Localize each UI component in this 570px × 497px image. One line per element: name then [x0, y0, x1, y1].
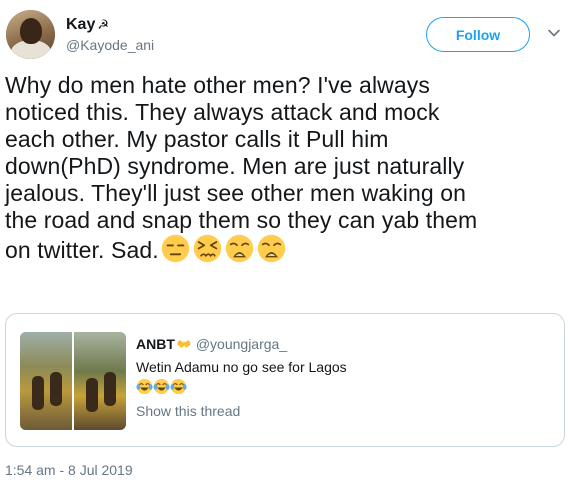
quoted-tweet-text: Wetin Adamu no go see for Lagos [136, 359, 347, 375]
tweet-emojis [161, 234, 289, 263]
author-handle[interactable]: @Kayode_ani [66, 37, 154, 53]
avatar[interactable] [6, 10, 55, 59]
tweet-line: each other. My pastor calls it Pull him [5, 126, 389, 152]
tweet-line: on twitter. Sad. [5, 237, 159, 263]
tears-of-joy-face-icon [153, 378, 170, 395]
weary-face-icon [257, 234, 285, 263]
thumbnail-figure [86, 378, 98, 412]
hammer-sickle-icon: ☭ [97, 17, 110, 32]
thumbnail-figure [32, 376, 44, 410]
quoted-handle: @youngjarga_ [195, 336, 288, 352]
quoted-tweet-thumbnail[interactable] [20, 332, 126, 430]
persevering-face-icon [193, 234, 221, 263]
weary-face-icon [225, 234, 253, 263]
display-name[interactable]: Kay [66, 16, 95, 34]
thumbnail-figure [50, 372, 62, 406]
expressionless-face-icon [161, 234, 189, 263]
thumbnail-left-image [20, 332, 72, 430]
tweet-line: Why do men hate other men? I've always [5, 72, 430, 98]
thumbnail-right-image [74, 332, 126, 430]
chevron-down-icon[interactable] [547, 26, 561, 40]
tears-of-joy-face-icon [170, 378, 187, 395]
tweet-line: down(PhD) syndrome. Men are just natural… [5, 153, 465, 179]
tweet-timestamp[interactable]: 1:54 am - 8 Jul 2019 [5, 462, 133, 478]
raised-hands-icon: 👐 [176, 337, 192, 351]
author-name-row[interactable]: Kay ☭ [66, 16, 109, 34]
tweet-line: the road and snap them so they can yab t… [5, 207, 478, 233]
tweet-line: jealous. They'll just see other men waki… [5, 180, 467, 206]
quoted-author-row: ANBT 👐 @youngjarga_ [136, 336, 287, 352]
tears-of-joy-face-icon [136, 378, 153, 395]
tweet-header: Kay ☭ @Kayode_ani Follow [0, 0, 570, 62]
thumbnail-divider [72, 332, 74, 430]
quoted-tweet-emojis [136, 378, 187, 395]
tweet-last-line: on twitter. Sad. [5, 234, 565, 264]
quoted-tweet-card[interactable]: ANBT 👐 @youngjarga_ Wetin Adamu no go se… [5, 313, 565, 447]
show-thread-link[interactable]: Show this thread [136, 403, 240, 419]
tweet-line: noticed this. They always attack and moc… [5, 99, 440, 125]
tweet-text: Why do men hate other men? I've always n… [5, 72, 565, 264]
avatar-face [20, 18, 42, 44]
thumbnail-figure [104, 372, 116, 406]
quoted-display-name: ANBT [136, 336, 175, 352]
follow-button[interactable]: Follow [426, 17, 530, 52]
